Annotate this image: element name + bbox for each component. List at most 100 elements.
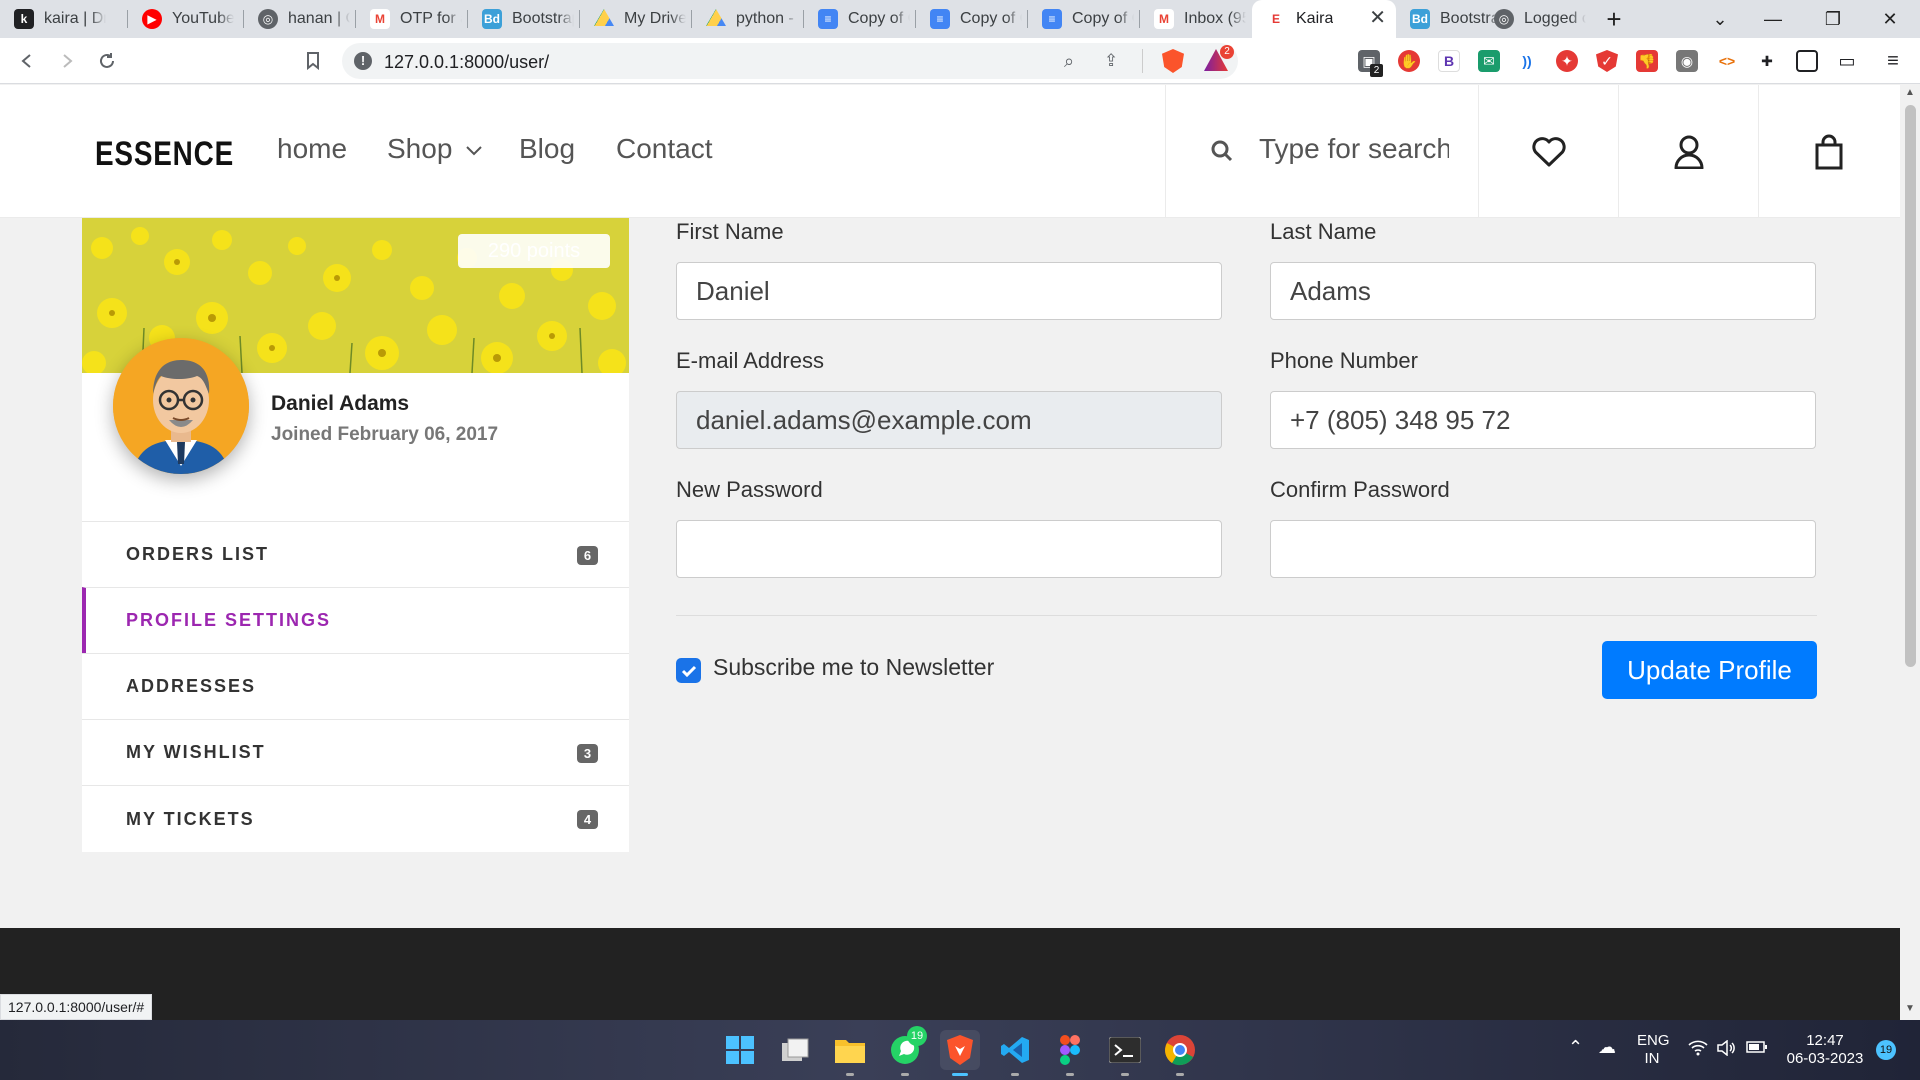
scroll-down-icon[interactable]: ▼ [1905, 1003, 1915, 1014]
account-button[interactable] [1618, 85, 1758, 218]
new-tab-button[interactable]: + [1584, 0, 1644, 38]
address-bar[interactable]: ! 127.0.0.1:8000/user/ ⌕ ⇪ 2 [342, 43, 1238, 79]
nav-home[interactable]: home [277, 133, 347, 165]
cart-button[interactable] [1758, 85, 1898, 218]
active-indicator [952, 1073, 968, 1076]
menu-my-wishlist[interactable]: MY WISHLIST 3 [82, 719, 629, 785]
menu-orders-list[interactable]: ORDERS LIST 6 [82, 521, 629, 587]
confirm-password-input[interactable] [1270, 520, 1816, 578]
mail-extension-icon[interactable]: ✉ [1478, 50, 1500, 72]
clock[interactable]: 12:47 06-03-2023 [1780, 1032, 1870, 1068]
dislike-icon[interactable]: 👎 [1636, 50, 1658, 72]
bootsnipp-icon: Bd [482, 9, 502, 29]
phone-input[interactable] [1270, 391, 1816, 449]
menu-profile-settings[interactable]: PROFILE SETTINGS [82, 587, 629, 653]
close-tab-icon[interactable]: ✕ [1369, 8, 1386, 28]
minimize-button[interactable]: — [1743, 0, 1803, 38]
tab-label: hanan | Ch [288, 10, 350, 27]
tab-python[interactable]: python - c [692, 0, 804, 38]
forward-button[interactable] [52, 46, 82, 76]
kaira-icon: k [14, 9, 34, 29]
onedrive-icon[interactable]: ☁ [1598, 1038, 1616, 1056]
last-name-input[interactable] [1270, 262, 1816, 320]
chevron-down-icon[interactable]: ⌄ [1690, 0, 1750, 38]
adblock-icon[interactable]: ✋ [1398, 50, 1420, 72]
scrollbar-thumb[interactable] [1905, 105, 1916, 667]
menu-my-tickets[interactable]: MY TICKETS 4 [82, 785, 629, 852]
language-indicator[interactable]: ENG IN [1637, 1032, 1670, 1068]
browser-tab-strip: k kaira | Dra ▶ YouTube ◎ hanan | Ch M O… [0, 0, 1920, 38]
menu-label: MY TICKETS [126, 808, 255, 829]
windows-start-icon[interactable] [720, 1030, 760, 1070]
volume-icon[interactable] [1716, 1040, 1736, 1056]
wishlist-button[interactable] [1478, 85, 1618, 218]
battery-icon[interactable] [1746, 1040, 1768, 1054]
zoom-icon[interactable]: ⌕ [1064, 51, 1074, 72]
drive-icon [706, 9, 726, 26]
tab-hanan[interactable]: ◎ hanan | Ch [244, 0, 356, 38]
notification-badge[interactable]: 19 [1876, 1040, 1896, 1060]
code-icon[interactable]: <> [1716, 50, 1738, 72]
tab-my-drive[interactable]: My Drive [580, 0, 692, 38]
close-window-button[interactable]: ✕ [1860, 0, 1920, 38]
back-button[interactable] [12, 46, 42, 76]
brave-shields-icon[interactable] [1162, 49, 1184, 73]
shield-icon[interactable]: ✓ [1596, 50, 1618, 72]
tab-copy-of-1[interactable]: ≡ Copy of C [804, 0, 916, 38]
youtube-icon: ▶ [142, 9, 162, 29]
bookmark-icon[interactable] [298, 46, 328, 76]
tab-copy-of-2[interactable]: ≡ Copy of C [916, 0, 1028, 38]
tab-otp[interactable]: M OTP for ac [356, 0, 468, 38]
wallet-icon[interactable]: ▭ [1836, 50, 1858, 72]
search-icon[interactable] [1211, 140, 1233, 162]
nav-shop[interactable]: Shop [387, 133, 482, 165]
share-icon[interactable]: ⇪ [1104, 51, 1118, 71]
info-icon[interactable]: ! [354, 52, 372, 70]
file-explorer-icon[interactable] [830, 1030, 870, 1070]
camera-icon[interactable]: ◉ [1676, 50, 1698, 72]
avatar [113, 338, 249, 474]
menu-label: PROFILE SETTINGS [126, 610, 332, 630]
tab-youtube[interactable]: ▶ YouTube [128, 0, 244, 38]
search-input[interactable] [1259, 127, 1449, 171]
menu-icon[interactable]: ≡ [1882, 50, 1904, 72]
vscode-icon[interactable] [995, 1030, 1035, 1070]
url-text[interactable]: 127.0.0.1:8000/user/ [384, 52, 549, 73]
terminal-icon[interactable] [1105, 1030, 1145, 1070]
newsletter-checkbox[interactable] [676, 658, 701, 683]
nav-contact[interactable]: Contact [616, 133, 713, 165]
maximize-button[interactable]: ❐ [1803, 0, 1863, 38]
bootstrap-extension-icon[interactable]: B [1438, 50, 1460, 72]
tab-kaira-active[interactable]: E Kaira ✕ [1252, 0, 1396, 38]
chevron-up-icon[interactable]: ⌃ [1568, 1038, 1583, 1056]
figma-icon[interactable] [1050, 1030, 1090, 1070]
reload-button[interactable] [92, 46, 122, 76]
scrollbar[interactable]: ▲ ▼ [1900, 85, 1920, 1020]
newsletter-label[interactable]: Subscribe me to Newsletter [713, 654, 994, 681]
new-password-input[interactable] [676, 520, 1222, 578]
scroll-up-icon[interactable]: ▲ [1905, 87, 1915, 98]
checkmark-icon [681, 665, 696, 677]
tab-copy-of-3[interactable]: ≡ Copy of C [1028, 0, 1140, 38]
wifi-icon[interactable] [1688, 1040, 1708, 1056]
tab-bootstrap-1[interactable]: Bd Bootstrap [468, 0, 580, 38]
nav-blog[interactable]: Blog [519, 133, 575, 165]
update-profile-button[interactable]: Update Profile [1602, 641, 1817, 699]
menu-addresses[interactable]: ADDRESSES [82, 653, 629, 719]
read-aloud-icon[interactable]: )) [1516, 50, 1538, 72]
chrome-icon[interactable] [1160, 1030, 1200, 1070]
join-date: Joined February 06, 2017 [271, 424, 499, 445]
brand-logo[interactable]: ESSENCE [95, 135, 234, 174]
sidebar-icon[interactable] [1796, 50, 1818, 72]
email-field[interactable] [676, 391, 1222, 449]
site-header: ESSENCE home Shop Blog Contact [0, 85, 1900, 218]
first-name-input[interactable] [676, 262, 1222, 320]
task-view-icon[interactable] [775, 1030, 815, 1070]
tab-inbox[interactable]: M Inbox (95 [1140, 0, 1252, 38]
lastpass-icon[interactable]: ✦ [1556, 50, 1578, 72]
count-badge: 3 [577, 744, 598, 763]
tab-logged-out[interactable]: ◎ Logged o [1480, 0, 1592, 38]
puzzle-icon[interactable]: ✚ [1756, 50, 1778, 72]
brave-browser-icon[interactable] [940, 1030, 980, 1070]
tab-kaira-dra[interactable]: k kaira | Dra [0, 0, 128, 38]
